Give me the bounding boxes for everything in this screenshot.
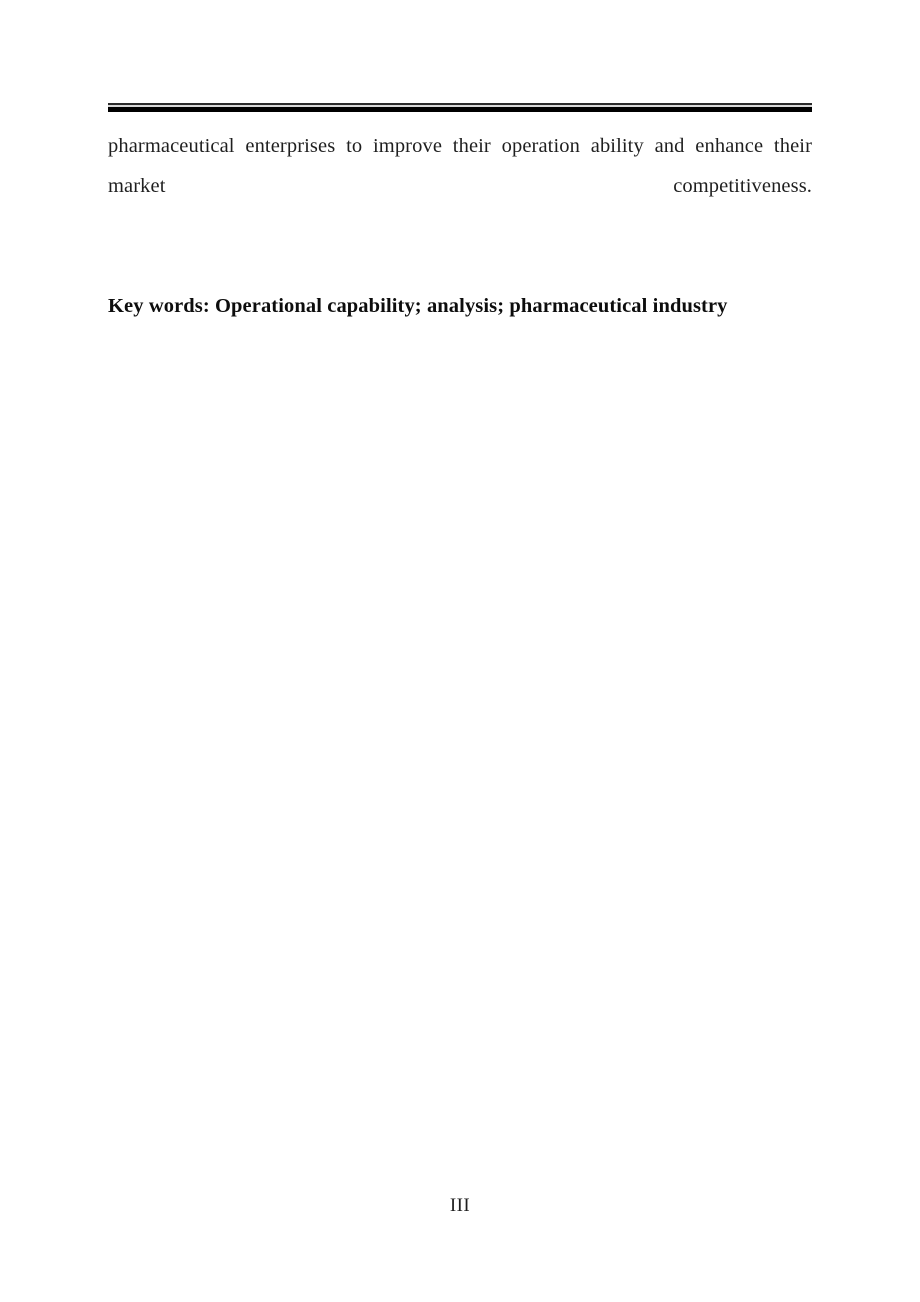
page-number: III <box>449 1195 471 1216</box>
header-rule <box>108 103 812 112</box>
abstract-continuation-paragraph: pharmaceutical enterprises to improve th… <box>108 135 812 197</box>
page-content: pharmaceutical enterprises to improve th… <box>108 126 812 326</box>
keywords-line: Key words: Operational capability; analy… <box>108 295 728 317</box>
header-rule-thick-line <box>108 107 812 112</box>
document-page: pharmaceutical enterprises to improve th… <box>0 0 920 1302</box>
